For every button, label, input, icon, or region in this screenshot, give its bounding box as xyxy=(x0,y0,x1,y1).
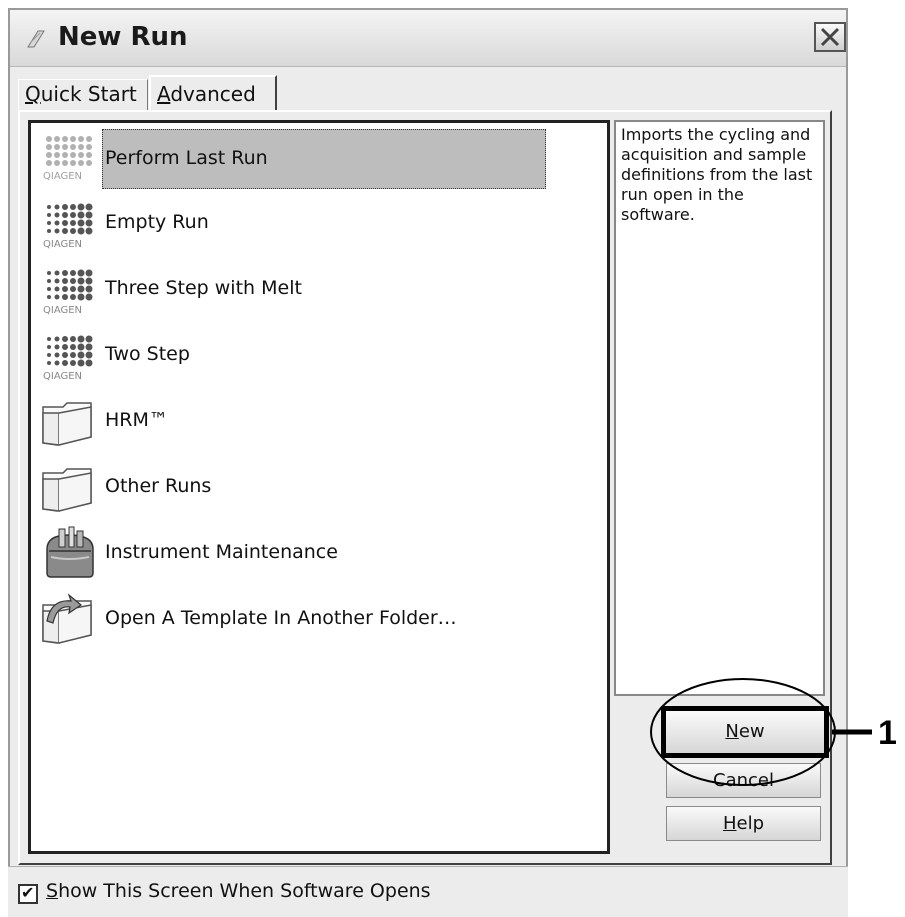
qiagen-logo-text: QIAGEN xyxy=(43,239,82,250)
folder-icon xyxy=(42,402,92,446)
title-bar[interactable]: New Run xyxy=(10,10,846,67)
app-icon xyxy=(27,30,45,48)
new-button-label: ew xyxy=(738,721,765,742)
help-button-label: elp xyxy=(736,813,765,834)
help-button[interactable]: Help xyxy=(666,806,821,841)
list-item-perform-last-run[interactable]: QIAGEN Perform Last Run xyxy=(37,129,597,189)
qiagen-logo-text: QIAGEN xyxy=(43,171,82,182)
list-item-empty-run[interactable]: QIAGEN Empty Run xyxy=(37,195,597,251)
qiagen-dots-icon: QIAGEN xyxy=(43,335,93,382)
folder-open-arrow-icon xyxy=(42,593,92,644)
description-panel: Imports the cycling and acquisition and … xyxy=(614,120,825,696)
toolbox-icon xyxy=(46,526,94,578)
show-screen-accel: S xyxy=(46,880,59,902)
qiagen-logo-text: QIAGEN xyxy=(43,371,82,382)
list-item-label: Instrument Maintenance xyxy=(105,541,338,563)
help-button-accel: H xyxy=(722,813,737,834)
tab-advanced-accel: A xyxy=(157,82,171,106)
close-icon xyxy=(820,27,840,47)
qiagen-logo-text: QIAGEN xyxy=(43,305,82,316)
qiagen-dots-icon: QIAGEN xyxy=(43,203,93,250)
list-item-label: Empty Run xyxy=(105,211,209,233)
annotation-number: 1 xyxy=(878,714,897,752)
list-item-label: Open A Template In Another Folder… xyxy=(105,607,457,629)
tab-quick-start[interactable]: Quick Start xyxy=(18,79,148,111)
show-screen-checkbox[interactable]: ✔ xyxy=(18,883,38,904)
qiagen-dots-icon: QIAGEN xyxy=(43,269,93,316)
list-item-label: Two Step xyxy=(105,343,190,365)
list-item-label: Three Step with Melt xyxy=(105,277,302,299)
cancel-button[interactable]: Cancel xyxy=(666,763,821,798)
window-title: New Run xyxy=(58,22,188,52)
list-item-two-step[interactable]: QIAGEN Two Step xyxy=(37,327,597,383)
show-screen-text: how This Screen When Software Opens xyxy=(58,880,431,902)
list-item-label: Other Runs xyxy=(105,475,212,497)
show-screen-label[interactable]: Show This Screen When Software Opens xyxy=(46,880,431,902)
folder-icon xyxy=(42,468,92,512)
tab-advanced-label: dvanced xyxy=(170,82,256,106)
list-item-label: HRM™ xyxy=(105,409,168,431)
new-button-accel: N xyxy=(725,721,739,742)
tab-advanced[interactable]: Advanced xyxy=(149,75,277,111)
list-item-hrm[interactable]: HRM™ xyxy=(37,393,597,449)
check-mark-icon: ✔ xyxy=(21,883,35,902)
close-button[interactable] xyxy=(814,22,846,52)
tab-quick-start-label: uick Start xyxy=(40,82,137,106)
new-button[interactable]: New xyxy=(661,706,829,758)
list-item-other-runs[interactable]: Other Runs xyxy=(37,459,597,515)
list-item-instrument-maintenance[interactable]: Instrument Maintenance xyxy=(37,525,597,581)
list-item-label: Perform Last Run xyxy=(102,129,546,189)
list-item-three-step-melt[interactable]: QIAGEN Three Step with Melt xyxy=(37,261,597,317)
description-text: Imports the cycling and acquisition and … xyxy=(621,125,813,224)
template-list[interactable]: QIAGEN Perform Last Run QIAGEN Empty Run xyxy=(28,120,610,854)
cancel-button-label: Cancel xyxy=(713,770,774,791)
tab-quick-start-accel: Q xyxy=(25,82,41,106)
list-item-open-template[interactable]: Open A Template In Another Folder… xyxy=(37,591,597,647)
qiagen-dots-icon: QIAGEN xyxy=(43,136,92,182)
